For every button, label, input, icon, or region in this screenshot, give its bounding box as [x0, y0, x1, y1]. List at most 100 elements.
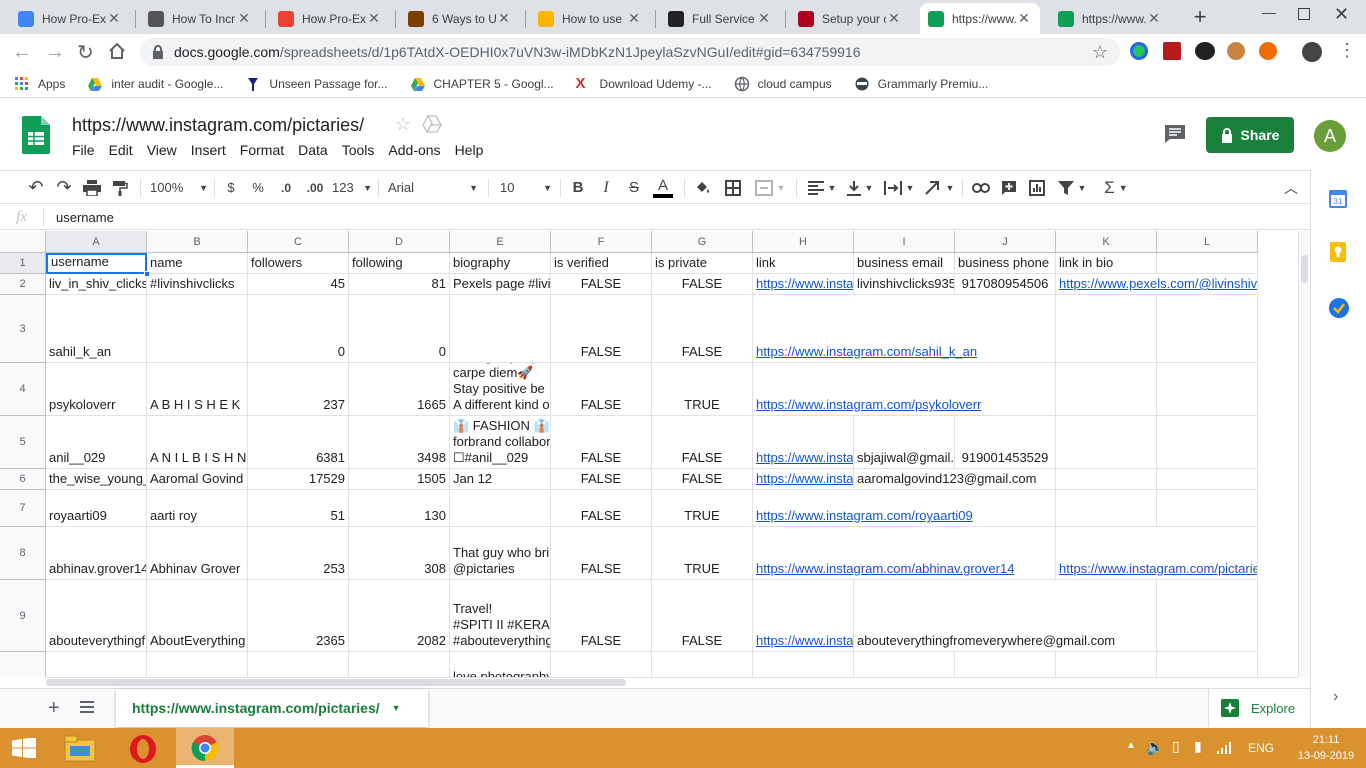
cell-b9[interactable]: AboutEverything — [147, 580, 248, 652]
cell-k4[interactable] — [1056, 363, 1157, 416]
cell-l10[interactable] — [1157, 652, 1258, 677]
extension-cookie-icon[interactable] — [1227, 42, 1245, 60]
language-indicator[interactable]: ENG — [1248, 741, 1274, 755]
battery-icon[interactable]: ▮ — [1194, 738, 1202, 755]
explore-button[interactable]: Explore — [1208, 689, 1310, 727]
cell-b3[interactable] — [147, 295, 248, 363]
menu-view[interactable]: View — [147, 142, 177, 158]
column-header[interactable]: L — [1157, 231, 1258, 253]
horizontal-align-icon[interactable]: ▼ — [806, 171, 838, 204]
row-header[interactable]: 2 — [0, 274, 46, 295]
cell-f1[interactable]: is verified — [551, 253, 652, 274]
cell-g8[interactable]: TRUE — [652, 527, 753, 580]
cell-d5[interactable]: 3498 — [349, 416, 450, 469]
cell-i10[interactable] — [854, 652, 955, 677]
account-avatar[interactable]: A — [1314, 120, 1346, 152]
cell-e9[interactable]: Travel! #SPITI II #KERA #abouteverything — [450, 580, 551, 652]
cell-j10[interactable] — [955, 652, 1056, 677]
bookmark-inter-audit[interactable]: inter audit - Google... — [87, 76, 223, 92]
bookmark-cloud-campus[interactable]: cloud campus — [734, 76, 832, 92]
profile-avatar-icon[interactable] — [1302, 42, 1322, 62]
bookmark-unseen-passage[interactable]: Unseen Passage for... — [245, 76, 388, 92]
cell-e5[interactable]: 👔 FASHION 👔 forbrand collabor ☐#anil__02… — [450, 416, 551, 469]
select-all-corner[interactable] — [0, 231, 46, 253]
cell-d6[interactable]: 1505 — [349, 469, 450, 490]
cell-e3[interactable] — [450, 295, 551, 363]
cell-b6[interactable]: Aaromal Govind — [147, 469, 248, 490]
tab-close-icon[interactable]: ✕ — [496, 10, 512, 27]
sheets-logo-icon[interactable] — [22, 116, 50, 154]
scroll-thumb[interactable] — [46, 679, 626, 686]
borders-icon[interactable] — [722, 171, 744, 204]
browser-tab[interactable]: How To Incr ✕ — [140, 3, 260, 34]
doc-title[interactable]: https://www.instagram.com/pictaries/ — [72, 115, 364, 136]
cell-d4[interactable]: 1665 — [349, 363, 450, 416]
cell-b1[interactable]: name — [147, 253, 248, 274]
column-header[interactable]: A — [46, 231, 147, 253]
menu-addons[interactable]: Add-ons — [388, 142, 440, 158]
cell-k10[interactable] — [1056, 652, 1157, 677]
cell-d1[interactable]: following — [349, 253, 450, 274]
cell-g1[interactable]: is private — [652, 253, 753, 274]
cell-l4[interactable] — [1157, 363, 1258, 416]
minimize-button[interactable]: — — [1262, 4, 1276, 20]
increase-decimal-button[interactable]: .00 — [302, 171, 328, 204]
chrome-taskbar-button[interactable] — [176, 728, 234, 768]
close-window-button[interactable]: ✕ — [1334, 4, 1349, 25]
column-header[interactable]: E — [450, 231, 551, 253]
cell-a9[interactable]: abouteverythingf — [46, 580, 147, 652]
cell-c7[interactable]: 51 — [248, 490, 349, 527]
cell-c2[interactable]: 45 — [248, 274, 349, 295]
fill-handle[interactable] — [144, 271, 150, 277]
comments-icon[interactable] — [1164, 124, 1186, 144]
cell-d8[interactable]: 308 — [349, 527, 450, 580]
zoom-select[interactable]: 100% ▼ — [150, 171, 208, 204]
cell-a2[interactable]: liv_in_shiv_clicks — [46, 274, 147, 295]
cell-b2[interactable]: #livinshivclicks — [147, 274, 248, 295]
cell-b10[interactable] — [147, 652, 248, 677]
cell-a10[interactable] — [46, 652, 147, 677]
cell-d10[interactable] — [349, 652, 450, 677]
volume-icon[interactable]: 🔈 — [1146, 738, 1165, 756]
opera-icon[interactable] — [128, 734, 158, 764]
extension-binoculars-icon[interactable] — [1195, 42, 1215, 60]
cell-l1[interactable] — [1157, 253, 1258, 274]
font-select[interactable]: Arial ▼ — [388, 171, 478, 204]
cell-a5[interactable]: anil__029 — [46, 416, 147, 469]
cell-b4[interactable]: A B H I S H E K — [147, 363, 248, 416]
cell-i9[interactable]: abouteverythingfromeverywhere@gmail.com — [854, 580, 1157, 652]
cell-b5[interactable]: A N I L B I S H N — [147, 416, 248, 469]
expand-panel-icon[interactable]: › — [1333, 688, 1338, 706]
cell-k5[interactable] — [1056, 416, 1157, 469]
cell-g4[interactable]: TRUE — [652, 363, 753, 416]
column-header[interactable]: G — [652, 231, 753, 253]
tray-chevron-icon[interactable]: ▲ — [1126, 740, 1136, 751]
cell-h6[interactable]: https://www.insta — [753, 469, 854, 490]
chrome-menu-icon[interactable]: ⋮ — [1338, 40, 1356, 61]
row-header[interactable]: 5 — [0, 416, 46, 469]
cell-c5[interactable]: 6381 — [248, 416, 349, 469]
keep-icon[interactable] — [1330, 242, 1346, 262]
cell-d2[interactable]: 81 — [349, 274, 450, 295]
cell-e6[interactable]: You don't take a #canon Jan 12 — [450, 469, 551, 490]
browser-tab[interactable]: How Pro-Exp ✕ — [270, 3, 390, 34]
formula-input[interactable]: username — [56, 210, 114, 225]
restore-button[interactable] — [1298, 8, 1310, 20]
menu-format[interactable]: Format — [240, 142, 284, 158]
cell-h8[interactable]: https://www.instagram.com/abhinav.grover… — [753, 527, 1056, 580]
cell-c3[interactable]: 0 — [248, 295, 349, 363]
cell-k8[interactable]: https://www.instagram.com/pictaries — [1056, 527, 1258, 580]
cell-f6[interactable]: FALSE — [551, 469, 652, 490]
cell-i1[interactable]: business email — [854, 253, 955, 274]
cell-h1[interactable]: link — [753, 253, 854, 274]
tab-close-icon[interactable]: ✕ — [886, 10, 902, 27]
cell-j2[interactable]: 917080954506 — [955, 274, 1056, 295]
cell-l7[interactable] — [1157, 490, 1258, 527]
back-icon[interactable]: ← — [12, 41, 32, 64]
cell-e7[interactable] — [450, 490, 551, 527]
tab-close-icon[interactable]: ✕ — [626, 10, 642, 27]
cell-a1[interactable]: username — [46, 253, 147, 274]
tab-close-icon[interactable]: ✕ — [236, 10, 252, 27]
cell-c8[interactable]: 253 — [248, 527, 349, 580]
column-header[interactable]: C — [248, 231, 349, 253]
